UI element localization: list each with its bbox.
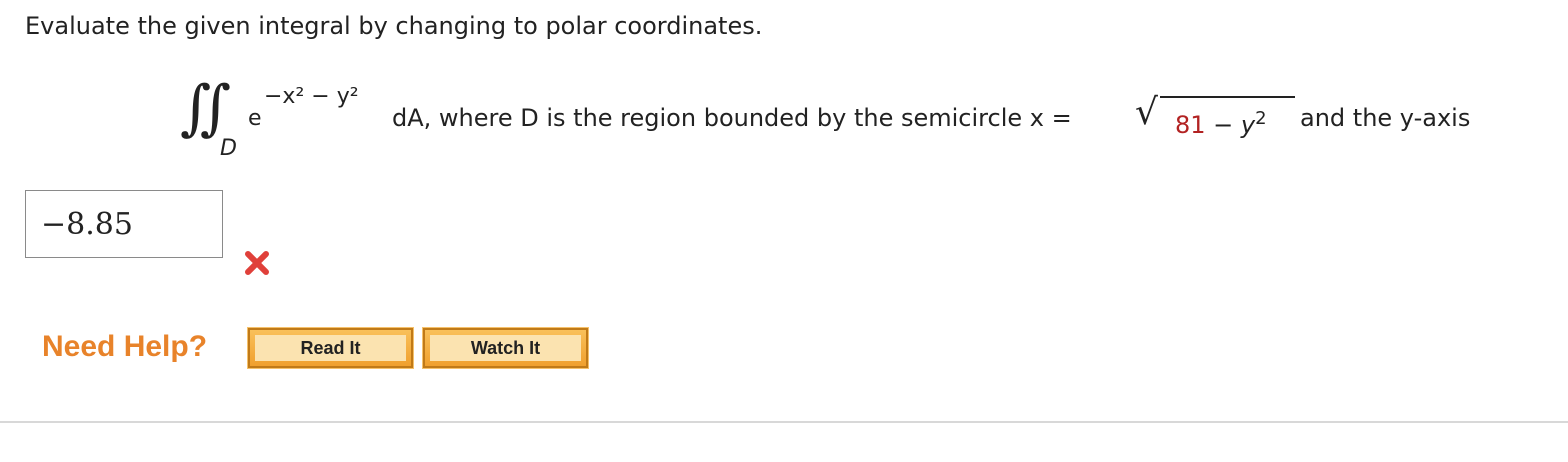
- exponential-base: e: [248, 106, 262, 131]
- x-icon: [245, 251, 269, 275]
- answer-input[interactable]: −8.85: [25, 190, 223, 258]
- read-it-label: Read It: [255, 335, 406, 361]
- need-help-label: Need Help?: [42, 330, 208, 363]
- divider: [0, 421, 1568, 423]
- sqrt-icon: √: [1135, 92, 1158, 133]
- question-prompt: Evaluate the given integral by changing …: [25, 12, 763, 40]
- integral-description: dA, where D is the region bounded by the…: [392, 104, 1072, 132]
- radicand-power: 2: [1255, 108, 1267, 129]
- watch-it-label: Watch It: [430, 335, 581, 361]
- integral-tail-text: and the y-axis: [1300, 104, 1471, 132]
- exponent: −x² − y²: [264, 84, 359, 109]
- integral-expression: ∬ D e −x² − y² dA, where D is the region…: [180, 78, 1510, 168]
- sqrt-overbar: [1160, 96, 1295, 98]
- watch-it-button[interactable]: Watch It: [422, 327, 589, 369]
- region-subscript: D: [220, 136, 237, 161]
- read-it-button[interactable]: Read It: [247, 327, 414, 369]
- radicand: 81 − y2: [1175, 108, 1267, 139]
- double-integral-symbol: ∬: [180, 73, 232, 143]
- radicand-number: 81: [1175, 111, 1206, 139]
- radicand-variable: − y: [1205, 111, 1256, 139]
